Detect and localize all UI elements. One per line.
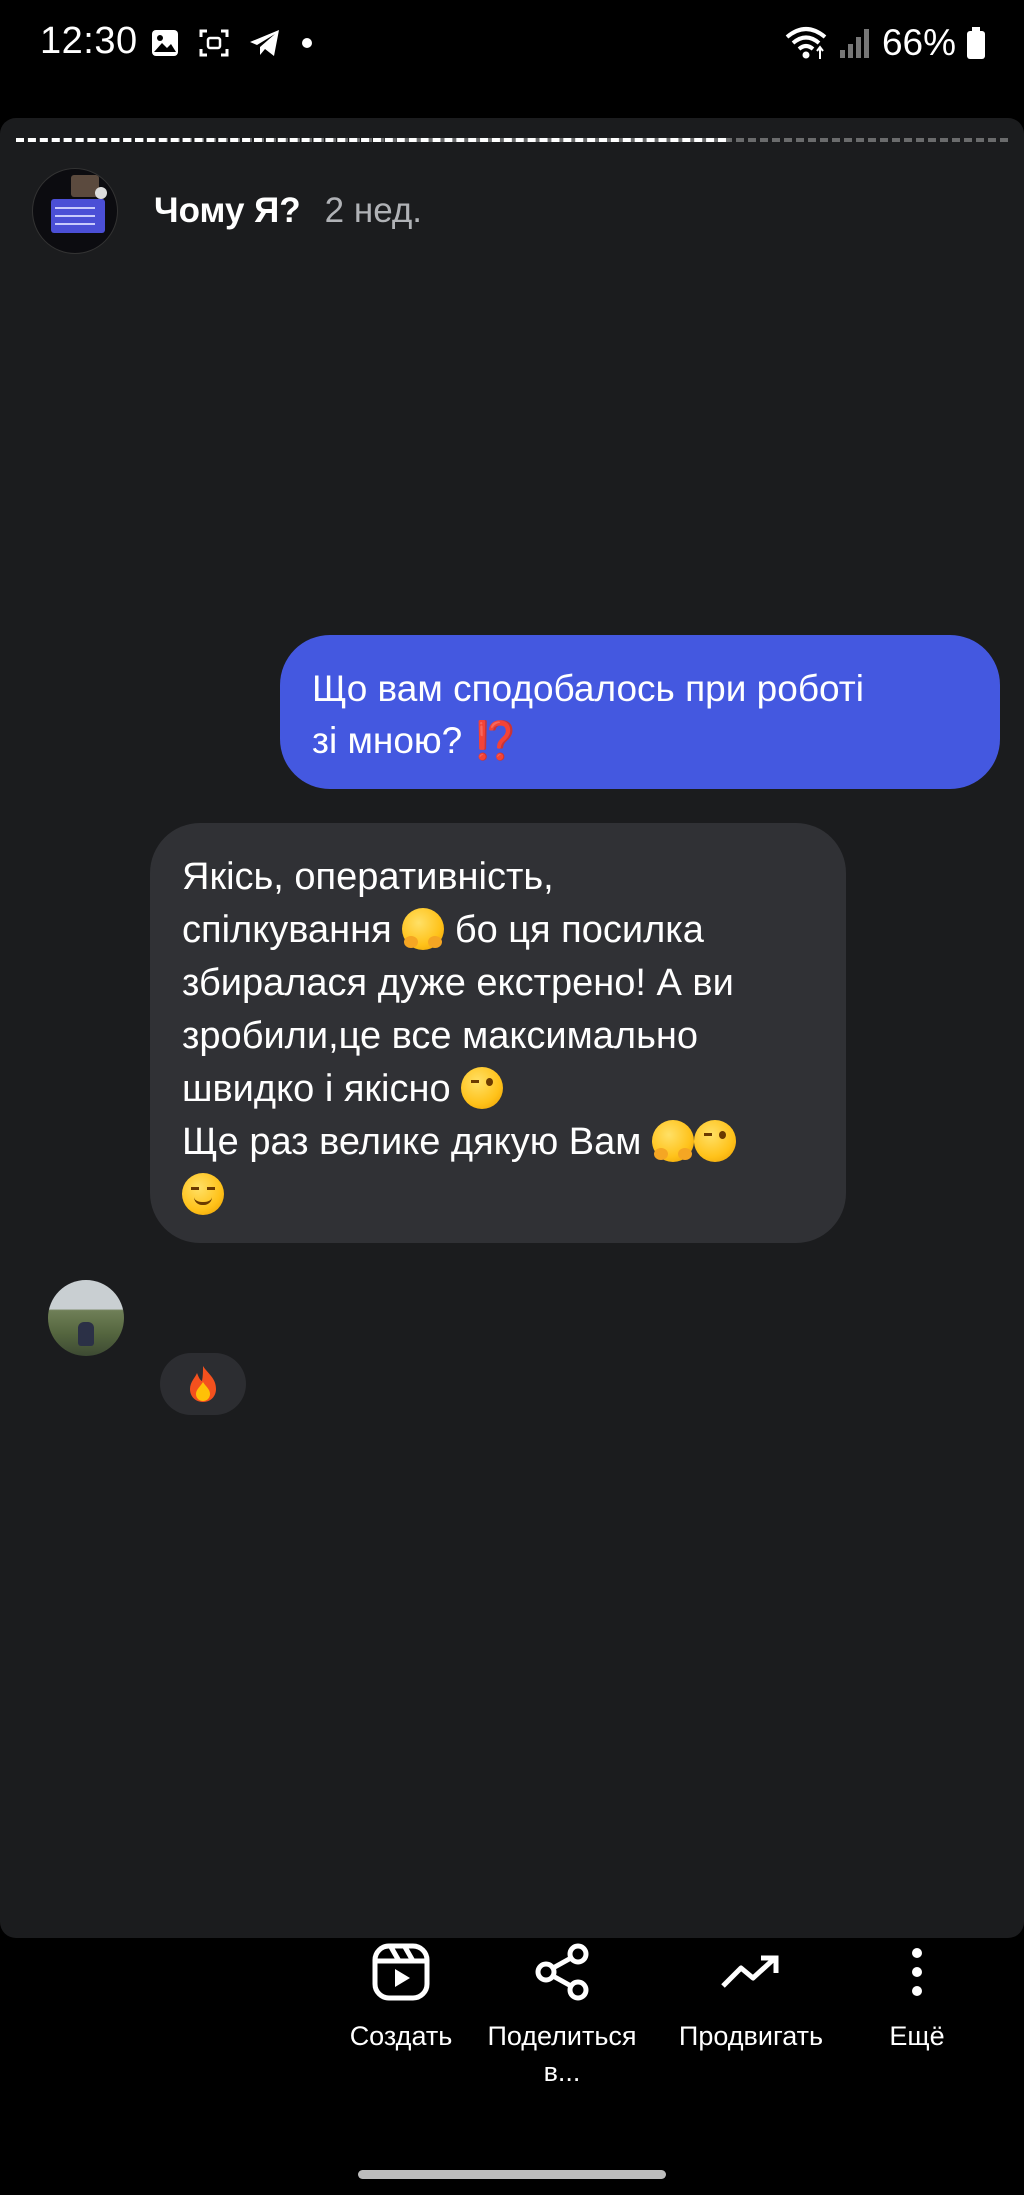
incoming-message-line: збиралася дуже екстрено! А ви xyxy=(182,962,734,1004)
avatar-person-figure xyxy=(78,1322,94,1346)
share-label: Поделиться xyxy=(487,2021,637,2051)
telegram-icon xyxy=(250,30,279,56)
screenshot-icon xyxy=(199,29,229,57)
trending-icon xyxy=(721,1955,779,1988)
more-label: Ещё xyxy=(889,2021,945,2051)
outgoing-message-line: зі мною? xyxy=(312,720,463,761)
battery-percentage: 66% xyxy=(881,22,956,63)
signal-icon xyxy=(839,29,869,58)
avatar-text-line xyxy=(55,223,95,225)
create-label: Создать xyxy=(349,2021,453,2051)
share-label-continuation: в... xyxy=(543,2057,581,2087)
hugging-face-emoji xyxy=(402,908,445,950)
fire-emoji-icon xyxy=(190,1366,216,1402)
share-button[interactable]: Поделиться в... xyxy=(477,1940,647,2090)
gallery-icon xyxy=(152,30,178,56)
reels-icon xyxy=(372,1943,430,2001)
outgoing-message-bubble: Що вам сподобалось при роботі зі мною? ⁉… xyxy=(280,635,1000,789)
story-header: Чому Я? 2 нед. xyxy=(32,168,422,254)
more-vertical-icon xyxy=(912,1948,922,1996)
avatar-text-line xyxy=(55,215,95,217)
story-progress-fill xyxy=(16,138,726,142)
story-action-bar: Создать Поделиться в... Продвигать Ещё xyxy=(0,1940,1024,2110)
incoming-message-line: Якісь, оперативність, xyxy=(182,856,554,898)
message-reaction[interactable] xyxy=(160,1353,246,1415)
incoming-message-line: спілкування xyxy=(182,909,392,951)
dot-icon xyxy=(302,38,312,48)
winking-face-emoji xyxy=(693,1120,736,1162)
status-time: 12:30 xyxy=(40,20,138,62)
story-avatar[interactable] xyxy=(32,168,118,254)
battery-icon xyxy=(967,27,985,59)
wifi-icon xyxy=(785,27,827,59)
incoming-message-line: зробили,це все максимально xyxy=(182,1015,699,1057)
hugging-face-emoji xyxy=(651,1120,694,1162)
incoming-message-line: Ще раз велике дякую Вам xyxy=(182,1121,642,1163)
status-icons-left xyxy=(150,28,314,58)
status-bar: 12:30 66% xyxy=(0,0,1024,92)
avatar-text-line xyxy=(55,207,95,209)
status-icons-right: 66% xyxy=(784,22,986,64)
sender-avatar[interactable] xyxy=(48,1280,124,1356)
incoming-message-line: швидко і якісно xyxy=(182,1068,451,1110)
incoming-message-line: бо ця посилка xyxy=(454,909,704,951)
promote-button[interactable]: Продвигать xyxy=(666,1940,836,2054)
home-gesture-bar[interactable] xyxy=(358,2170,666,2179)
smiling-face-emoji xyxy=(182,1173,224,1215)
story-title[interactable]: Чому Я? xyxy=(154,191,301,231)
exclamation-question-emoji: ⁉️ xyxy=(472,720,519,761)
create-button[interactable]: Создать xyxy=(316,1940,486,2054)
more-button[interactable]: Ещё xyxy=(832,1940,1002,2054)
outgoing-message-line: Що вам сподобалось при роботі xyxy=(312,668,864,709)
incoming-message-bubble: Якісь, оперативність, спілкування бо ця … xyxy=(150,823,846,1243)
avatar-badge-icon xyxy=(95,187,107,199)
promote-label: Продвигать xyxy=(678,2021,824,2051)
story-age: 2 нед. xyxy=(324,191,423,230)
winking-face-emoji xyxy=(461,1067,504,1109)
share-icon xyxy=(535,1943,589,2001)
